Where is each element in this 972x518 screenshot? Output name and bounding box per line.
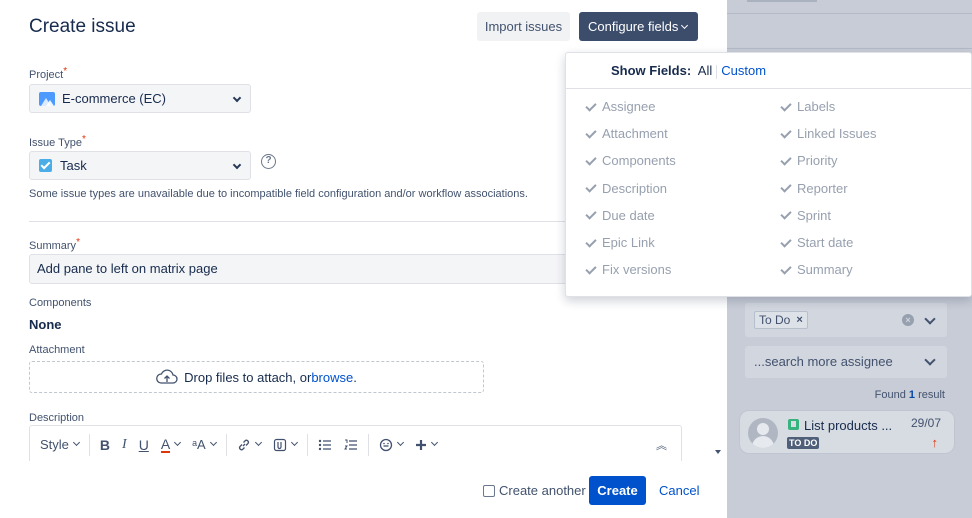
scroll-down-icon[interactable]: [715, 450, 721, 454]
components-label: Components: [29, 297, 92, 309]
checkmark-icon: [585, 238, 595, 248]
issue-type-select[interactable]: Task: [29, 151, 251, 180]
field-option[interactable]: Reporter: [780, 181, 848, 196]
field-option[interactable]: Linked Issues: [780, 126, 877, 141]
upload-cloud-icon: [156, 369, 178, 384]
collapse-toolbar-button[interactable]: ︽: [650, 433, 673, 457]
field-option[interactable]: Description: [585, 181, 667, 196]
create-another-checkbox[interactable]: Create another: [483, 483, 586, 498]
card-title: List products ...: [804, 418, 893, 433]
avatar: [748, 418, 778, 448]
numbered-list-icon: [343, 439, 357, 450]
field-option[interactable]: Assignee: [585, 99, 655, 114]
configure-fields-button[interactable]: Configure fields: [579, 12, 698, 41]
status-badge: TO DO: [787, 437, 820, 449]
attachment-button[interactable]: [267, 433, 303, 457]
checkmark-icon: [780, 156, 790, 166]
checkmark-icon: [780, 238, 790, 248]
field-option[interactable]: Labels: [780, 99, 835, 114]
project-select[interactable]: E-commerce (EC): [29, 84, 251, 113]
story-icon: [788, 419, 799, 430]
issue-type-label: Issue Type*: [29, 134, 86, 149]
dialog-footer: Create another Create Cancel: [0, 461, 727, 518]
card-date: 29/07: [910, 416, 941, 430]
checkmark-icon: [585, 102, 595, 112]
attachment-dropzone[interactable]: Drop files to attach, or browse.: [29, 361, 484, 393]
emoji-icon: [379, 438, 392, 451]
remove-tag-icon[interactable]: ×: [796, 312, 802, 328]
dialog-title: Create issue: [29, 16, 136, 37]
link-button[interactable]: [231, 433, 267, 457]
configure-fields-popup: Show Fields: All Custom Assignee Attachmen…: [565, 52, 972, 297]
project-label: Project*: [29, 66, 68, 81]
show-fields-header: Show Fields: All Custom: [611, 63, 767, 79]
checkmark-icon: [585, 129, 595, 139]
browse-link[interactable]: browse: [311, 370, 353, 385]
checkmark-icon: [585, 210, 595, 220]
bold-button[interactable]: B: [94, 433, 116, 457]
checkbox[interactable]: [483, 484, 495, 497]
style-dropdown[interactable]: Style: [40, 433, 85, 457]
paperclip-icon: [273, 438, 286, 451]
checkmark-icon: [585, 183, 595, 193]
emoji-button[interactable]: [373, 433, 409, 457]
field-option[interactable]: Priority: [780, 153, 837, 168]
field-option[interactable]: Summary: [780, 262, 853, 277]
show-custom-link[interactable]: Custom: [721, 63, 766, 78]
checkmark-icon: [585, 156, 595, 166]
summary-label: Summary*: [29, 237, 80, 252]
chevron-down-icon: [232, 93, 242, 103]
help-icon[interactable]: ?: [261, 154, 276, 169]
create-button[interactable]: Create: [589, 476, 646, 505]
field-option[interactable]: Due date: [585, 208, 655, 223]
field-option[interactable]: Fix versions: [585, 262, 671, 277]
checkmark-icon: [780, 265, 790, 275]
field-option[interactable]: Sprint: [780, 208, 831, 223]
cancel-button[interactable]: Cancel: [655, 476, 703, 505]
checkmark-icon: [780, 210, 790, 220]
priority-high-icon: ↑: [931, 435, 939, 450]
underline-button[interactable]: U: [133, 433, 155, 457]
chevron-down-icon: [232, 160, 242, 170]
checkmark-icon: [780, 102, 790, 112]
attachment-label: Attachment: [29, 344, 85, 356]
show-all-link[interactable]: All: [698, 63, 712, 78]
checkmark-icon: [585, 265, 595, 275]
insert-button[interactable]: [409, 433, 443, 457]
import-issues-button[interactable]: Import issues: [477, 12, 570, 41]
link-icon: [238, 439, 249, 450]
field-option[interactable]: Start date: [780, 235, 853, 250]
clear-icon[interactable]: ×: [902, 314, 914, 326]
field-option[interactable]: Components: [585, 153, 676, 168]
field-option[interactable]: Attachment: [585, 126, 668, 141]
editor-toolbar: Style B I U A ᵃA ︽: [29, 425, 682, 461]
chevron-down-icon: [680, 21, 689, 30]
checkmark-icon: [780, 183, 790, 193]
bullet-list-button[interactable]: [312, 433, 338, 457]
plus-icon: [415, 439, 426, 450]
issue-type-note: Some issue types are unavailable due to …: [29, 188, 528, 200]
project-avatar-icon: [39, 91, 55, 106]
found-count: Found 1 result: [874, 389, 945, 401]
text-color-button[interactable]: A: [155, 433, 186, 457]
italic-button[interactable]: I: [116, 433, 133, 457]
more-formatting-button[interactable]: ᵃA: [186, 433, 222, 457]
bullet-list-icon: [318, 439, 331, 450]
assignee-search[interactable]: ...search more assignee: [745, 346, 947, 378]
issue-card[interactable]: List products ... 29/07 TO DO ↑: [739, 410, 955, 454]
components-value[interactable]: None: [29, 317, 62, 332]
field-option[interactable]: Epic Link: [585, 235, 655, 250]
description-label: Description: [29, 412, 85, 424]
checkmark-icon: [780, 129, 790, 139]
status-tag[interactable]: To Do ×: [754, 311, 808, 329]
task-icon: [39, 159, 52, 172]
numbered-list-button[interactable]: [338, 433, 364, 457]
